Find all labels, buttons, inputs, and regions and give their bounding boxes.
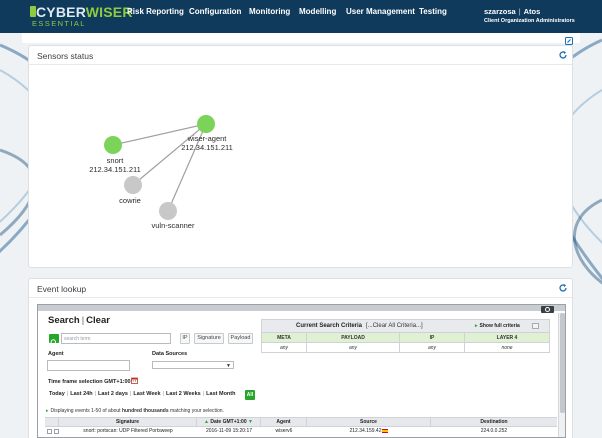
data-sources-label: Data Sources — [152, 351, 188, 357]
organization-name: Atos — [523, 7, 541, 16]
brand-logo[interactable]: CYBERWISER ESSENTIAL — [30, 4, 132, 29]
nav-modelling[interactable]: Modelling — [299, 7, 336, 17]
range-today[interactable]: Today — [49, 391, 65, 397]
sensor-node-cowrie[interactable] — [124, 176, 142, 194]
criteria-val-meta: any — [262, 343, 307, 353]
user-role: Client Organization Administrators — [484, 18, 575, 24]
sort-desc-icon: ▼ — [246, 419, 253, 425]
row-expand-checkbox[interactable] — [47, 429, 52, 434]
range-last-24h[interactable]: Last 24h — [70, 391, 92, 397]
clear-link[interactable]: Clear — [86, 315, 110, 326]
range-last-2-days[interactable]: Last 2 days — [98, 391, 128, 397]
range-last-2-weeks[interactable]: Last 2 Weeks — [166, 391, 201, 397]
cell-source[interactable]: 212.34.159.42 — [307, 427, 431, 437]
search-icon — [50, 339, 58, 346]
frame-scrollbar[interactable] — [558, 313, 565, 437]
ip-button[interactable]: IP — [180, 333, 190, 344]
table-row[interactable]: snort: portscan: UDP Filtered Portsweep … — [45, 427, 557, 437]
node-name: snort — [106, 156, 124, 165]
nav-testing[interactable]: Testing — [419, 7, 447, 17]
criteria-val-layer4: none — [501, 345, 513, 351]
settings-gear-icon[interactable] — [541, 306, 554, 313]
event-lookup-frame: Search | Clear search term IP Signature Pa… — [37, 304, 566, 438]
criteria-val-ip: any — [400, 343, 465, 353]
search-input[interactable]: search term — [61, 333, 171, 344]
criteria-col-meta: META — [262, 333, 307, 343]
range-last-week[interactable]: Last Week — [133, 391, 160, 397]
nav-monitoring[interactable]: Monitoring — [249, 7, 290, 17]
criteria-col-payload: PAYLOAD — [307, 333, 400, 343]
node-ip: 212.34.151.211 — [181, 143, 233, 152]
nav-risk-reporting[interactable]: Risk Reporting — [127, 7, 184, 17]
search-go-button[interactable] — [49, 334, 59, 346]
cell-agent: wiserv6 — [275, 428, 293, 434]
chevron-down-icon: ▼ — [226, 363, 231, 369]
node-label-cowrie: cowrie — [119, 196, 141, 205]
criteria-col-ip: IP — [400, 333, 465, 343]
criteria-col-layer4: LAYER 4 — [496, 335, 518, 341]
sensor-node-vuln-scanner[interactable] — [159, 202, 177, 220]
agent-input[interactable] — [47, 360, 130, 371]
nav-configuration[interactable]: Configuration — [189, 7, 241, 17]
cell-signature[interactable]: snort: portscan: UDP Filtered Portsweep — [59, 427, 197, 437]
username: szarzosa — [484, 7, 516, 16]
top-navbar: CYBERWISER ESSENTIAL Risk Reporting Conf… — [0, 0, 602, 33]
node-ip: 212.34.151.211 — [89, 165, 141, 174]
brand-name-part2: WISER — [85, 4, 133, 20]
criteria-val-payload: any — [307, 343, 400, 353]
signature-button[interactable]: Signature — [194, 333, 224, 344]
clear-all-criteria-link[interactable]: [...Clear All Criteria...] — [362, 323, 423, 329]
data-sources-select[interactable]: ▼ — [152, 361, 234, 369]
current-search-criteria: Current Search Criteria [...Clear All Cri… — [261, 319, 550, 353]
sensor-node-wiser-agent[interactable] — [197, 115, 215, 133]
sensor-node-snort[interactable] — [104, 136, 122, 154]
node-label-vuln-scanner: vuln-scanner — [151, 221, 195, 230]
criteria-title: Current Search Criteria — [296, 323, 363, 329]
node-label-wiser-agent: wiser-agent 212.34.151.211 — [172, 134, 242, 152]
brand-name-part1: CYBER — [36, 4, 86, 20]
cell-destination[interactable]: 224.0.0.252 — [431, 427, 557, 437]
calendar-icon[interactable] — [131, 377, 138, 384]
node-label-snort: snort 212.34.151.211 — [80, 156, 150, 174]
show-full-criteria-checkbox[interactable] — [532, 323, 539, 329]
nav-user-management[interactable]: User Management — [346, 7, 415, 17]
events-table-header: Signature ▲ Date GMT+1:00 ▼ Agent Source… — [45, 417, 557, 428]
timeframe-label: Time frame selection GMT+1:00: — [48, 379, 133, 385]
show-full-criteria[interactable]: ▸ Show full criteria — [475, 323, 520, 329]
node-name: wiser-agent — [187, 134, 227, 143]
user-menu[interactable]: szarzosa | Atos — [484, 7, 540, 16]
time-range-links: Today | Last 24h | Last 2 days | Last Week | Las… — [49, 391, 236, 397]
results-info: ▸ Displaying events 1-50 of about hundred… — [46, 408, 224, 414]
spain-flag-icon — [382, 428, 389, 433]
agent-label: Agent — [48, 351, 64, 357]
search-link[interactable]: Search — [48, 315, 80, 326]
range-all-button[interactable]: All — [245, 390, 255, 400]
payload-button[interactable]: Payload — [228, 333, 253, 344]
range-last-month[interactable]: Last Month — [206, 391, 235, 397]
brand-edition: ESSENTIAL — [32, 19, 86, 28]
cell-date: 2016-11-09 15:20:17 — [205, 428, 253, 434]
